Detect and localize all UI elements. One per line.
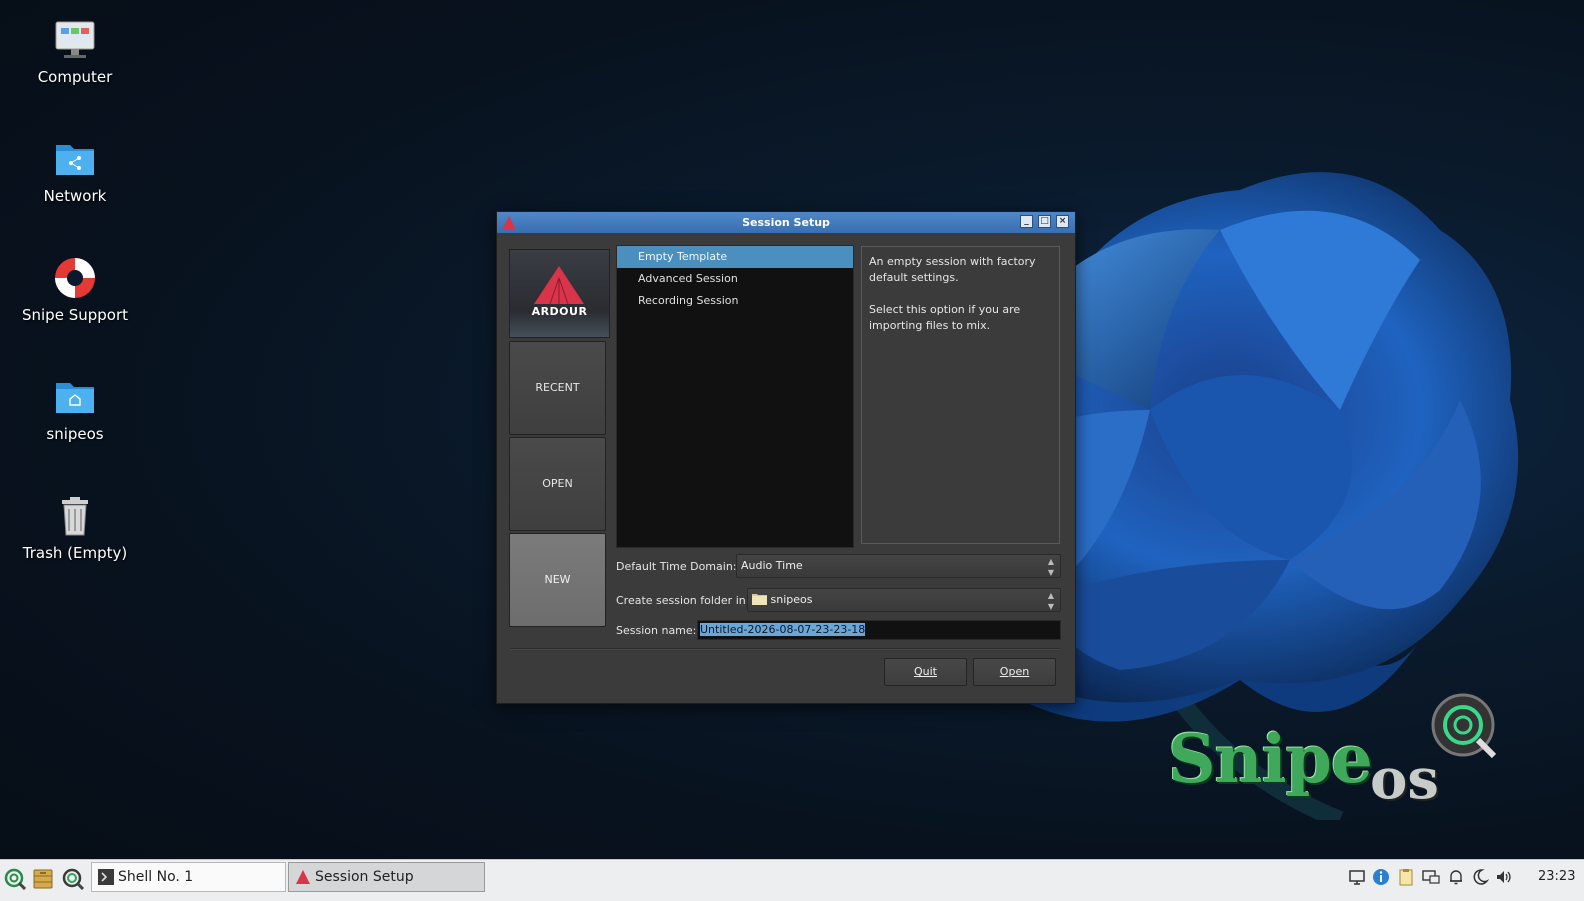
notification-bell-icon[interactable] [1447,868,1465,886]
template-list[interactable]: Empty Template Advanced Session Recordin… [616,245,854,548]
home-folder-icon [53,375,97,419]
desktop-icon-label: Network [43,187,107,205]
folder-value: snipeos [770,593,813,606]
app-menu-icon[interactable] [4,868,26,890]
computer-icon [53,18,97,62]
wallpaper-logo-main: Snipe [1168,720,1373,798]
time-domain-value: Audio Time [741,559,803,572]
folder-label: Create session folder in: [616,594,750,607]
description-line: An empty session with factory default se… [869,255,1036,284]
open-label: Open [999,665,1030,678]
desktop-icon-label: Snipe Support [21,306,128,324]
session-setup-dialog: Session Setup _ □ × ARDOUR RECENT OPEN N… [496,211,1076,704]
quit-label: Quit [914,665,937,678]
desktop-icon-computer[interactable]: Computer [10,18,140,86]
desktop-icon-trash[interactable]: Trash (Empty) [10,494,140,562]
desktop-icon-label: Trash (Empty) [22,544,128,562]
desktop-icon-label: Computer [37,68,113,86]
snipe-search-icon[interactable] [62,868,84,890]
dialog-titlebar[interactable]: Session Setup _ □ × [497,212,1075,233]
ardour-logo-text: ARDOUR [531,305,588,318]
description-line: Select this option if you are importing … [869,303,1021,332]
open-sessions-button[interactable]: OPEN [509,437,606,531]
wallpaper-logo-suffix: os [1370,746,1439,812]
task-session-setup[interactable]: Session Setup [288,862,485,892]
desktop-icon-label: snipeos [46,425,104,443]
folder-select[interactable]: snipeos ▲ ▼ [747,588,1061,612]
dialog-title: Session Setup [742,216,830,229]
taskbar: Shell No. 1 Session Setup 23:23 [0,859,1584,901]
ardour-task-icon [296,870,310,884]
maximize-button[interactable]: □ [1038,215,1051,228]
template-description: An empty session with factory default se… [861,246,1060,544]
trash-icon [53,494,97,538]
quit-button[interactable]: Quit [884,658,967,686]
session-name-value: Untitled-2026-08-07-23-23-18 [700,623,866,636]
display-tray-icon[interactable] [1348,868,1366,886]
time-domain-select[interactable]: Audio Time ▲ ▼ [736,554,1061,578]
desktop-icon-network[interactable]: Network [10,137,140,205]
lifebuoy-icon [53,256,97,300]
time-domain-label: Default Time Domain: [616,560,737,573]
network-folder-icon [53,137,97,181]
new-session-button[interactable]: NEW [509,533,606,627]
ardour-logo: ARDOUR [509,249,610,338]
file-manager-icon[interactable] [32,868,54,890]
spin-arrows-icon: ▲ ▼ [1047,591,1054,611]
template-item-empty[interactable]: Empty Template [617,246,853,268]
task-label: Session Setup [315,869,414,885]
volume-icon[interactable] [1495,868,1513,886]
ardour-app-icon [502,216,516,230]
network-tray-icon[interactable] [1422,868,1440,886]
clipboard-tray-icon[interactable] [1397,868,1415,886]
terminal-icon [98,869,114,885]
task-shell[interactable]: Shell No. 1 [91,862,286,892]
dialog-separator [510,648,1060,650]
session-name-input[interactable]: Untitled-2026-08-07-23-23-18 [697,620,1061,640]
open-button[interactable]: Open [973,658,1056,686]
info-tray-icon[interactable] [1372,868,1390,886]
folder-icon [752,594,767,605]
session-name-label: Session name: [616,624,697,637]
template-item-recording[interactable]: Recording Session [617,290,853,312]
close-button[interactable]: × [1056,215,1069,228]
clock[interactable]: 23:23 [1538,860,1575,894]
snipeos-mark-icon [1431,693,1497,759]
recent-button[interactable]: RECENT [509,341,606,435]
task-label: Shell No. 1 [118,869,194,885]
desktop-icon-snipeos[interactable]: snipeos [10,375,140,443]
desktop-icon-snipe-support[interactable]: Snipe Support [10,256,140,324]
ardour-logo-icon [534,266,584,305]
template-item-advanced[interactable]: Advanced Session [617,268,853,290]
night-light-icon[interactable] [1471,868,1489,886]
spin-arrows-icon: ▲ ▼ [1047,557,1054,577]
wallpaper-logo: Snipe os [1168,693,1508,812]
minimize-button[interactable]: _ [1020,215,1033,228]
